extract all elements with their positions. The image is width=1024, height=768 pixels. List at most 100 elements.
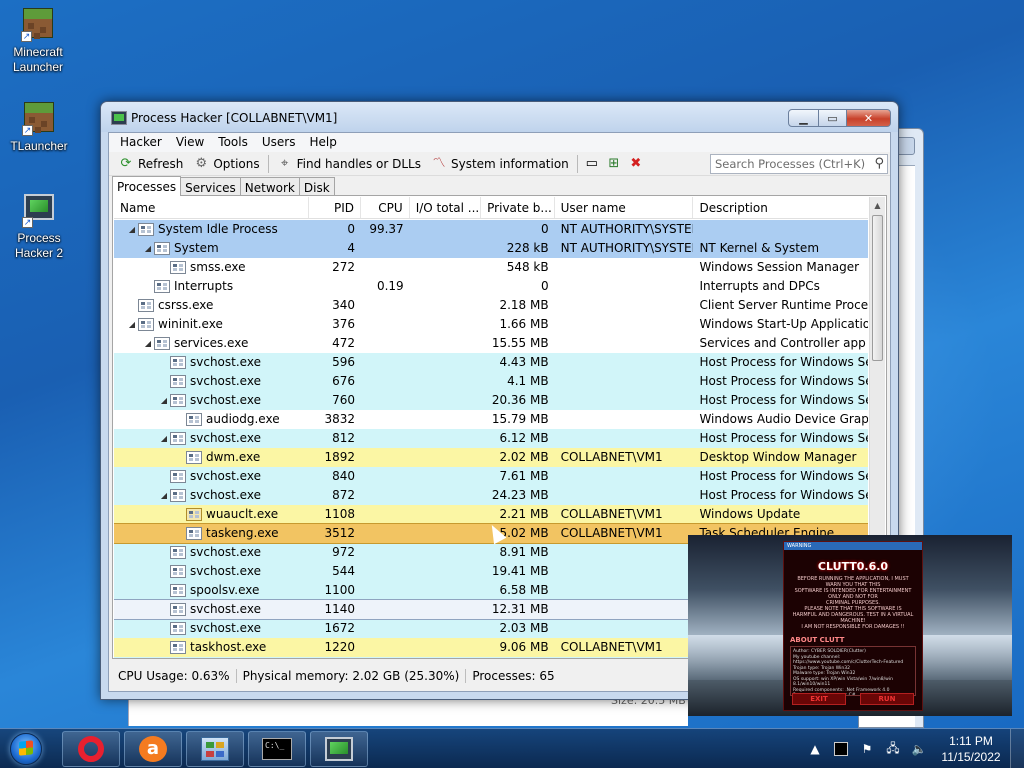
- table-row[interactable]: dwm.exe 1892 2.02 MB COLLABNET\VM1 Desktop W…: [114, 448, 868, 467]
- io-cell: [410, 220, 481, 239]
- user-name-cell: [555, 619, 694, 638]
- system-information-button[interactable]: 〽 System information: [426, 153, 574, 175]
- action-center-icon[interactable]: ⚑: [857, 740, 877, 758]
- table-row[interactable]: csrss.exe 340 2.18 MB Client Server Runtime…: [114, 296, 868, 315]
- network-icon[interactable]: 🖧: [883, 740, 903, 758]
- find-handles-button[interactable]: ⌖ Find handles or DLLs: [272, 153, 426, 175]
- column-pid[interactable]: PID: [309, 197, 362, 218]
- minimize-button[interactable]: ▁: [788, 109, 819, 127]
- menu-users[interactable]: Users: [255, 133, 303, 152]
- column-private-bytes[interactable]: Private b...: [481, 197, 555, 218]
- options-label: Options: [213, 156, 260, 171]
- expand-arrow-icon[interactable]: ◢: [126, 315, 138, 334]
- private-bytes-cell: 0: [540, 279, 549, 293]
- volume-icon[interactable]: 🔈: [909, 740, 929, 758]
- expand-arrow-icon[interactable]: ◢: [158, 486, 170, 505]
- title-bar[interactable]: Process Hacker [COLLABNET\VM1] ▁ ▭ ✕: [101, 102, 898, 132]
- process-hacker-icon: ↗: [22, 194, 56, 228]
- table-row[interactable]: svchost.exe 840 7.61 MB Host Process for Wi…: [114, 467, 868, 486]
- column-name[interactable]: Name: [114, 197, 310, 218]
- pid-cell: 376: [332, 317, 355, 331]
- table-row[interactable]: audiodg.exe 3832 15.79 MB Windows Audio Dev…: [114, 410, 868, 429]
- expand-arrow-icon[interactable]: ◢: [142, 239, 154, 258]
- cpu-cell: [361, 619, 410, 638]
- menu-tools[interactable]: Tools: [211, 133, 255, 152]
- column-io-total[interactable]: I/O total ...: [410, 197, 482, 218]
- process-icon: [170, 394, 186, 407]
- table-row[interactable]: wuauclt.exe 1108 2.21 MB COLLABNET\VM1 Windo…: [114, 505, 868, 524]
- exit-button[interactable]: EXIT: [792, 693, 846, 705]
- column-cpu[interactable]: CPU: [361, 197, 410, 218]
- process-name-cell: smss.exe: [114, 258, 309, 277]
- taskbar-process-hacker[interactable]: [310, 730, 368, 767]
- table-row[interactable]: ◢ System Idle Process 0 99.37 0 NT AUTHORITY\…: [114, 220, 868, 239]
- process-name: wininit.exe: [158, 317, 223, 331]
- expand-arrow-icon[interactable]: ◢: [158, 391, 170, 410]
- options-button[interactable]: ⚙ Options: [188, 153, 264, 175]
- refresh-button[interactable]: ⟳ Refresh: [113, 153, 188, 175]
- process-name-cell: ◢ wininit.exe: [114, 315, 309, 334]
- clock[interactable]: 1:11 PM 11/15/2022: [932, 733, 1010, 765]
- properties-button[interactable]: ⊞: [604, 155, 624, 173]
- start-button[interactable]: [4, 729, 48, 768]
- io-cell: [410, 372, 481, 391]
- process-icon: [186, 508, 202, 521]
- taskbar-control-panel[interactable]: [186, 730, 244, 767]
- maximize-button[interactable]: ▭: [819, 109, 847, 127]
- table-row[interactable]: svchost.exe 676 4.1 MB Host Process for Win…: [114, 372, 868, 391]
- cpu-cell: [361, 315, 410, 334]
- menu-hacker[interactable]: Hacker: [113, 133, 169, 152]
- pid-cell: 840: [332, 469, 355, 483]
- desktop-icon-tlauncher[interactable]: ↗ TLauncher: [1, 100, 77, 154]
- tab-disk[interactable]: Disk: [298, 177, 335, 196]
- io-cell: [410, 562, 481, 581]
- show-hidden-icons-icon[interactable]: ▲: [805, 740, 825, 758]
- taskbar-avast[interactable]: a: [124, 730, 182, 767]
- desktop-icon-minecraft[interactable]: ↗ Minecraft Launcher: [0, 6, 76, 75]
- io-cell: [410, 619, 481, 638]
- table-row[interactable]: ◢ svchost.exe 760 20.36 MB Host Process for …: [114, 391, 868, 410]
- cpu-cell: [361, 258, 410, 277]
- menu-help[interactable]: Help: [302, 133, 343, 152]
- table-row[interactable]: ◢ svchost.exe 872 24.23 MB Host Process for …: [114, 486, 868, 505]
- cpu-cell: 99.37: [369, 222, 404, 236]
- desktop-icon-process-hacker[interactable]: ↗ Process Hacker 2: [1, 190, 77, 261]
- io-cell: [410, 239, 481, 258]
- table-row[interactable]: smss.exe 272 548 kB Windows Session Manager: [114, 258, 868, 277]
- table-row[interactable]: Interrupts 0.19 0 Interrupts and DPCs: [114, 277, 868, 296]
- taskbar-command-prompt[interactable]: C:\_: [248, 730, 306, 767]
- search-input[interactable]: Search Processes (Ctrl+K) ⚲: [710, 154, 888, 174]
- expand-arrow-icon[interactable]: ◢: [126, 220, 138, 239]
- clutt-window[interactable]: WARNING CLUTT0.6.0 BEFORE RUNNING THE AP…: [783, 541, 923, 711]
- tab-network[interactable]: Network: [239, 177, 300, 196]
- taskbar-opera[interactable]: [62, 730, 120, 767]
- table-row[interactable]: ◢ System 4 228 kB NT AUTHORITY\SYSTEM NT Kern…: [114, 239, 868, 258]
- table-row[interactable]: svchost.exe 596 4.43 MB Host Process for Wi…: [114, 353, 868, 372]
- window-icon-button[interactable]: ▭: [582, 155, 602, 173]
- show-desktop-button[interactable]: [1010, 729, 1024, 768]
- menu-view[interactable]: View: [169, 133, 211, 152]
- tray-app-icon[interactable]: [831, 740, 851, 758]
- scroll-up-icon[interactable]: ▲: [870, 197, 885, 214]
- tab-services[interactable]: Services: [180, 177, 241, 196]
- expand-arrow-icon[interactable]: ◢: [158, 429, 170, 448]
- column-description[interactable]: Description: [693, 197, 868, 218]
- preview-overlay[interactable]: WARNING CLUTT0.6.0 BEFORE RUNNING THE AP…: [688, 535, 1012, 716]
- pid-cell: 596: [332, 355, 355, 369]
- minimize-icon: ▁: [799, 111, 808, 125]
- run-button[interactable]: RUN: [860, 693, 914, 705]
- column-user-name[interactable]: User name: [555, 197, 694, 218]
- expand-arrow-icon[interactable]: ◢: [142, 334, 154, 353]
- close-button[interactable]: ✕: [847, 109, 891, 127]
- table-row[interactable]: ◢ svchost.exe 812 6.12 MB Host Process for W…: [114, 429, 868, 448]
- toolbar-separator: [267, 154, 269, 173]
- tab-processes[interactable]: Processes: [112, 176, 182, 196]
- table-row[interactable]: ◢ wininit.exe 376 1.66 MB Windows Start-Up A…: [114, 315, 868, 334]
- scroll-thumb[interactable]: [872, 215, 883, 361]
- pid-cell: 544: [332, 564, 355, 578]
- process-name: svchost.exe: [190, 393, 261, 407]
- process-icon: [170, 356, 186, 369]
- table-row[interactable]: ◢ services.exe 472 15.55 MB Services and Con…: [114, 334, 868, 353]
- process-name: dwm.exe: [206, 450, 261, 464]
- terminate-button[interactable]: ✖: [626, 155, 646, 173]
